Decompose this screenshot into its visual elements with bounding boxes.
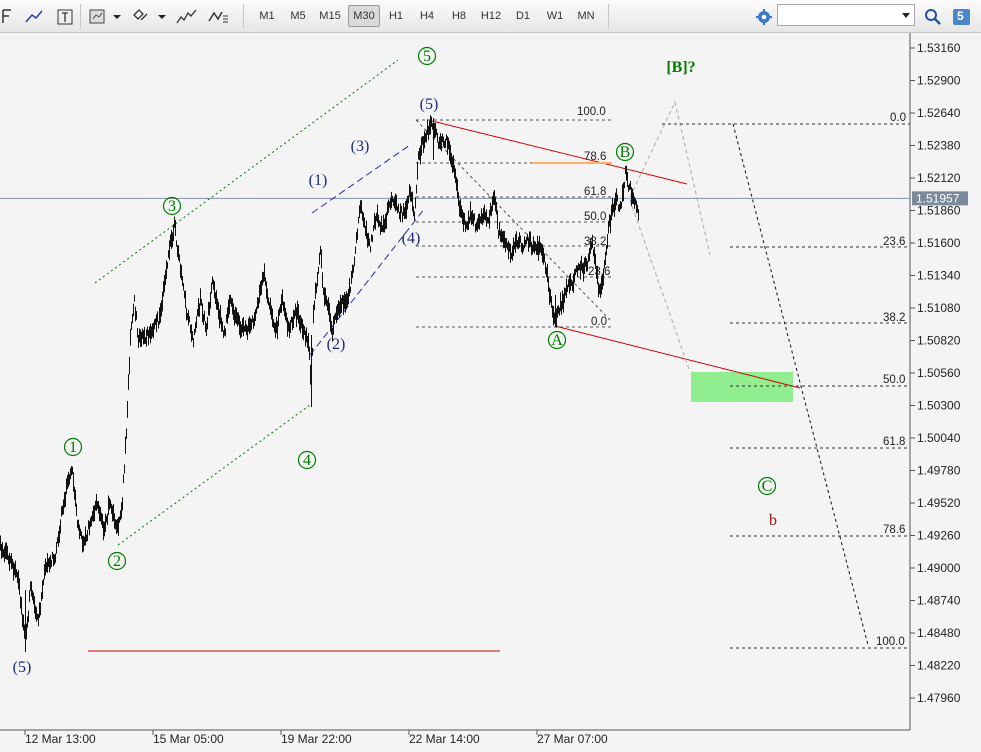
line-tool-button[interactable]: [0, 6, 14, 26]
wave-label-2: 2: [113, 553, 121, 570]
fib-extension-label: 50.0: [883, 374, 905, 386]
price-tick-label: 1.48480: [917, 626, 961, 640]
price-tick-label: 1.51860: [917, 204, 961, 218]
current-price-value: 1.51957: [916, 191, 960, 205]
target-zone: [691, 372, 793, 402]
wave-icon: [208, 11, 228, 23]
fib-retrace-label: 100.0: [577, 106, 606, 118]
price-tick-label: 1.47960: [917, 691, 961, 705]
wave-navy-sub: (3): [351, 138, 370, 155]
timeframe-m15-button[interactable]: M15: [314, 5, 346, 27]
price-tick-label: 1.52640: [917, 106, 961, 120]
line-tool-icon: [2, 9, 11, 23]
timeframe-w1-button[interactable]: W1: [539, 5, 571, 27]
wave-navy-5-bottom: (5): [13, 659, 32, 676]
wave-label-a: A: [551, 332, 563, 349]
price-tick-label: 1.52380: [917, 139, 961, 153]
periodicity-button[interactable]: [206, 6, 230, 26]
trendline-tool-button[interactable]: [22, 6, 44, 26]
settings-button[interactable]: [752, 6, 774, 26]
price-tick-label: 1.48220: [917, 659, 961, 673]
timeframe-h4-button[interactable]: H4: [411, 5, 443, 27]
timeframe-d1-button[interactable]: D1: [507, 5, 539, 27]
wave-label-1: 1: [69, 439, 77, 456]
text-tool-button[interactable]: [54, 6, 76, 26]
template-icon: [89, 9, 121, 24]
gear-icon: [756, 9, 772, 25]
fib-extension-label: 0.0: [890, 112, 906, 124]
fib-retrace-label: 61.8: [584, 186, 606, 198]
timeframe-m1-button[interactable]: M1: [251, 5, 283, 27]
price-tick-label: 1.50040: [917, 431, 961, 445]
price-tick-label: 1.51340: [917, 269, 961, 283]
notifications-count: 5: [957, 9, 964, 23]
toolbar: M1 M5 M15 M30 H1 H4 H8 H12 D1 W1 MN 5: [0, 0, 981, 33]
fib-retrace-label: 38.2: [584, 236, 606, 248]
wave-minor-b: b: [769, 512, 777, 529]
fib-retrace-label: 23.6: [588, 266, 610, 278]
time-tick-label: 15 Mar 05:00: [153, 732, 224, 746]
timeframe-h12-button[interactable]: H12: [475, 5, 507, 27]
price-tick-label: 1.49000: [917, 561, 961, 575]
fib-extension-label: 78.6: [883, 524, 905, 536]
notifications-button[interactable]: 5: [950, 6, 972, 26]
time-tick-label: 27 Mar 07:00: [537, 732, 608, 746]
price-tick-label: 1.52900: [917, 74, 961, 88]
timeframe-mn-button[interactable]: MN: [570, 5, 602, 27]
wave-label-4: 4: [303, 452, 311, 469]
search-button[interactable]: [921, 6, 943, 26]
search-icon: [925, 9, 941, 25]
wave-b-question: [B]?: [666, 59, 695, 76]
fib-extension-label: 38.2: [883, 312, 905, 324]
objects-dropdown-button[interactable]: [130, 6, 168, 26]
fib-retrace-label: 0.0: [591, 316, 607, 328]
price-tick-label: 1.53160: [917, 41, 961, 55]
wave-navy-5-top: (5): [420, 96, 439, 113]
time-tick-label: 22 Mar 14:00: [409, 732, 480, 746]
timeframe-m30-button[interactable]: M30: [348, 5, 380, 27]
price-tick-label: 1.49780: [917, 464, 961, 478]
fib-extension-label: 100.0: [876, 636, 905, 648]
chevron-down-icon[interactable]: [901, 12, 911, 20]
template-dropdown-button[interactable]: [86, 6, 122, 26]
search-box[interactable]: [777, 4, 915, 26]
indicators-button[interactable]: [174, 6, 198, 26]
price-tick-label: 1.50820: [917, 334, 961, 348]
price-tick-label: 1.49520: [917, 496, 961, 510]
wave-label-3: 3: [168, 198, 176, 215]
price-tick-label: 1.52120: [917, 171, 961, 185]
price-tick-label: 1.51600: [917, 236, 961, 250]
indicator-chart-icon: [176, 9, 197, 24]
fib-retrace-label: 78.6: [584, 151, 606, 163]
wave-label-b: B: [620, 144, 631, 161]
wave-label-5: 5: [423, 48, 431, 65]
wave-navy-sub: (1): [309, 172, 328, 189]
wave-navy-sub: (2): [327, 336, 346, 353]
trendline-icon: [25, 10, 43, 23]
fib-extension-label: 61.8: [883, 436, 905, 448]
fib-retrace-label: 50.0: [584, 211, 606, 223]
time-tick-label: 19 Mar 22:00: [281, 732, 352, 746]
price-tick-label: 1.50560: [917, 366, 961, 380]
time-tick-label: 12 Mar 13:00: [25, 732, 96, 746]
timeframe-m5-button[interactable]: M5: [282, 5, 314, 27]
fib-extension-label: 23.6: [883, 236, 905, 248]
timeframe-h1-button[interactable]: H1: [380, 5, 412, 27]
price-chart[interactable]: 1.53160 1.52900 1.52640 1.52380 1.52120 1.518…: [0, 33, 981, 752]
wave-navy-sub: (4): [402, 230, 421, 247]
price-tick-label: 1.48740: [917, 594, 961, 608]
text-frame-icon: [57, 9, 73, 25]
objects-icon: [133, 9, 166, 21]
price-tick-label: 1.51080: [917, 301, 961, 315]
search-input[interactable]: [778, 5, 902, 25]
timeframe-h8-button[interactable]: H8: [443, 5, 475, 27]
wave-label-c: C: [762, 478, 773, 495]
price-tick-label: 1.49260: [917, 529, 961, 543]
price-tick-label: 1.50300: [917, 399, 961, 413]
